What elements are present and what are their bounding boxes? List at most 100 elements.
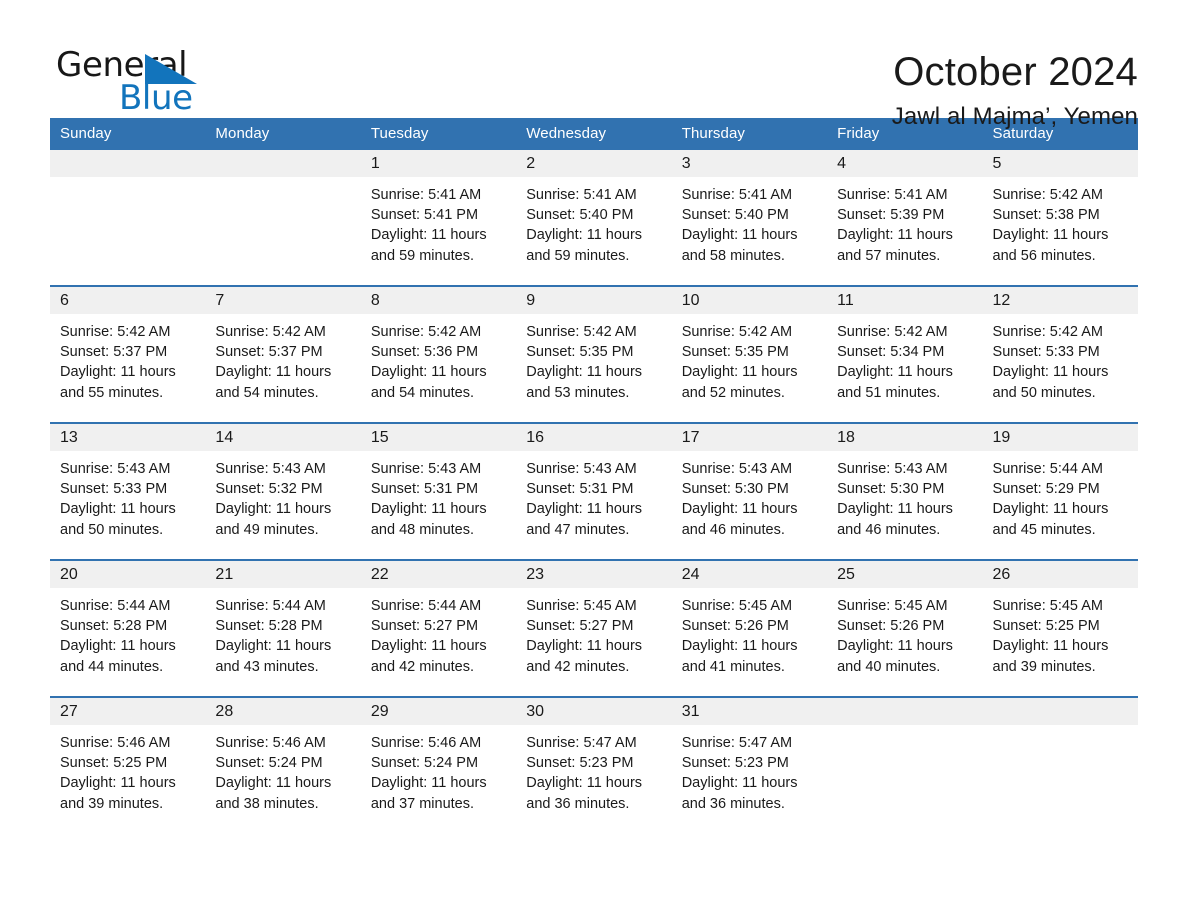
day-number: 22: [360, 561, 517, 588]
calendar-day-cell[interactable]: 4 Sunrise: 5:41 AM Sunset: 5:39 PM Daylight…: [827, 150, 983, 286]
day-number: [205, 150, 361, 177]
calendar-day-cell[interactable]: 2 Sunrise: 5:41 AM Sunset: 5:40 PM Daylight…: [516, 150, 672, 286]
day-details: Sunrise: 5:42 AM Sunset: 5:35 PM Daylight:…: [672, 314, 827, 403]
calendar-day-cell[interactable]: 24 Sunrise: 5:45 AM Sunset: 5:26 PM Dayligh…: [671, 559, 828, 697]
calendar-day: 15 Sunrise: 5:43 AM Sunset: 5:31 PM Dayligh…: [360, 424, 517, 559]
calendar-day-cell[interactable]: 7 Sunrise: 5:42 AM Sunset: 5:37 PM Daylight…: [205, 285, 361, 423]
calendar-day: 3 Sunrise: 5:41 AM Sunset: 5:40 PM Daylight…: [671, 150, 828, 285]
sunrise-text: Sunrise: 5:41 AM: [837, 187, 948, 203]
calendar-day-cell[interactable]: 11 Sunrise: 5:42 AM Sunset: 5:34 PM Dayligh…: [827, 285, 983, 423]
weekday-header-monday: Monday: [205, 118, 361, 150]
calendar-day: 7 Sunrise: 5:42 AM Sunset: 5:37 PM Daylight…: [205, 287, 361, 422]
calendar-day-cell[interactable]: 30 Sunrise: 5:47 AM Sunset: 5:23 PM Dayligh…: [516, 696, 672, 833]
sunset-text: Sunset: 5:28 PM: [215, 618, 323, 635]
daylight-text: Daylight: 11 hours and 55 minutes.: [60, 364, 176, 401]
daylight-text: Daylight: 11 hours and 42 minutes.: [370, 638, 487, 675]
daylight-text: Daylight: 11 hours and 45 minutes.: [992, 501, 1109, 538]
calendar-day-empty: [205, 150, 361, 285]
calendar-table: Sunday Monday Tuesday Wednesday Thursday…: [50, 118, 1138, 833]
sunset-text: Sunset: 5:36 PM: [370, 344, 479, 361]
calendar-day: 29 Sunrise: 5:46 AM Sunset: 5:24 PM Dayligh…: [360, 698, 517, 833]
calendar-day: 30 Sunrise: 5:47 AM Sunset: 5:23 PM Dayligh…: [516, 698, 672, 833]
day-number: 28: [205, 698, 361, 725]
sunset-text: Sunset: 5:41 PM: [370, 207, 479, 224]
calendar-day: 8 Sunrise: 5:42 AM Sunset: 5:36 PM Daylight…: [360, 287, 517, 422]
calendar-day: 20 Sunrise: 5:44 AM Sunset: 5:28 PM Dayligh…: [50, 561, 206, 696]
daylight-text: Daylight: 11 hours and 50 minutes.: [992, 364, 1109, 401]
weekday-header-tuesday: Tuesday: [360, 118, 517, 150]
daylight-text: Daylight: 11 hours and 40 minutes.: [837, 638, 953, 675]
sunset-text: Sunset: 5:26 PM: [681, 618, 789, 635]
calendar-day-cell[interactable]: 10 Sunrise: 5:42 AM Sunset: 5:35 PM Dayligh…: [671, 285, 828, 423]
day-details: Sunrise: 5:44 AM Sunset: 5:29 PM Daylight:…: [983, 451, 1138, 540]
day-number: 9: [516, 287, 672, 314]
calendar-day: 4 Sunrise: 5:41 AM Sunset: 5:39 PM Daylight…: [827, 150, 983, 285]
calendar-day-cell[interactable]: 13 Sunrise: 5:43 AM Sunset: 5:33 PM Dayligh…: [50, 422, 206, 560]
calendar-day: 12 Sunrise: 5:42 AM Sunset: 5:33 PM Dayligh…: [982, 287, 1138, 422]
sunrise-text: Sunrise: 5:44 AM: [370, 598, 482, 614]
calendar-day-cell[interactable]: 20 Sunrise: 5:44 AM Sunset: 5:28 PM Dayligh…: [50, 559, 206, 697]
calendar-day-cell[interactable]: 19 Sunrise: 5:44 AM Sunset: 5:29 PM Dayligh…: [982, 422, 1138, 560]
calendar-day-cell[interactable]: 29 Sunrise: 5:46 AM Sunset: 5:24 PM Dayligh…: [360, 696, 517, 833]
day-details: Sunrise: 5:43 AM Sunset: 5:31 PM Daylight:…: [516, 451, 671, 540]
day-number: 13: [50, 424, 206, 451]
sunrise-text: Sunrise: 5:46 AM: [60, 735, 171, 751]
calendar-day-cell[interactable]: 6 Sunrise: 5:42 AM Sunset: 5:37 PM Daylight…: [50, 285, 206, 423]
calendar-day-cell: [205, 150, 361, 286]
calendar-day: 19 Sunrise: 5:44 AM Sunset: 5:29 PM Dayligh…: [982, 424, 1138, 559]
sunrise-text: Sunrise: 5:41 AM: [681, 187, 793, 203]
calendar-day-cell[interactable]: 8 Sunrise: 5:42 AM Sunset: 5:36 PM Daylight…: [360, 285, 517, 423]
calendar-day: 2 Sunrise: 5:41 AM Sunset: 5:40 PM Daylight…: [516, 150, 672, 285]
sunrise-text: Sunrise: 5:42 AM: [992, 187, 1103, 203]
calendar-day-cell[interactable]: 3 Sunrise: 5:41 AM Sunset: 5:40 PM Daylight…: [671, 150, 828, 286]
sunrise-text: Sunrise: 5:43 AM: [370, 461, 482, 477]
daylight-text: Daylight: 11 hours and 57 minutes.: [837, 227, 953, 264]
calendar-day: 24 Sunrise: 5:45 AM Sunset: 5:26 PM Dayligh…: [671, 561, 828, 696]
calendar-day-cell[interactable]: 28 Sunrise: 5:46 AM Sunset: 5:24 PM Dayligh…: [205, 696, 361, 833]
calendar-day-cell[interactable]: 16 Sunrise: 5:43 AM Sunset: 5:31 PM Dayligh…: [516, 422, 672, 560]
calendar-day-cell[interactable]: 15 Sunrise: 5:43 AM Sunset: 5:31 PM Dayligh…: [360, 422, 517, 560]
calendar-day-cell[interactable]: 22 Sunrise: 5:44 AM Sunset: 5:27 PM Dayligh…: [360, 559, 517, 697]
calendar-week-row: 13 Sunrise: 5:43 AM Sunset: 5:33 PM Dayligh…: [50, 422, 1138, 560]
sunrise-text: Sunrise: 5:42 AM: [992, 324, 1103, 340]
calendar-day-cell[interactable]: 26 Sunrise: 5:45 AM Sunset: 5:25 PM Dayligh…: [982, 559, 1138, 697]
calendar-day-cell[interactable]: 18 Sunrise: 5:43 AM Sunset: 5:30 PM Dayligh…: [827, 422, 983, 560]
day-number: 14: [205, 424, 361, 451]
day-number: 11: [827, 287, 983, 314]
calendar-day: 23 Sunrise: 5:45 AM Sunset: 5:27 PM Dayligh…: [516, 561, 672, 696]
day-number: 12: [982, 287, 1138, 314]
day-details: Sunrise: 5:42 AM Sunset: 5:37 PM Daylight:…: [205, 314, 360, 403]
calendar-day-cell[interactable]: 21 Sunrise: 5:44 AM Sunset: 5:28 PM Dayligh…: [205, 559, 361, 697]
day-number: 17: [671, 424, 828, 451]
daylight-text: Daylight: 11 hours and 46 minutes.: [837, 501, 953, 538]
day-number: [50, 150, 206, 177]
day-number: 7: [205, 287, 361, 314]
day-number: 4: [827, 150, 983, 177]
sunrise-text: Sunrise: 5:44 AM: [992, 461, 1103, 477]
calendar-day-cell[interactable]: 5 Sunrise: 5:42 AM Sunset: 5:38 PM Daylight…: [982, 150, 1138, 286]
day-details: Sunrise: 5:43 AM Sunset: 5:31 PM Daylight:…: [361, 451, 516, 540]
day-number: [827, 698, 983, 725]
sunrise-text: Sunrise: 5:43 AM: [681, 461, 793, 477]
sunset-text: Sunset: 5:33 PM: [992, 344, 1100, 361]
calendar-day-cell[interactable]: 17 Sunrise: 5:43 AM Sunset: 5:30 PM Dayligh…: [671, 422, 828, 560]
calendar-day-cell[interactable]: 12 Sunrise: 5:42 AM Sunset: 5:33 PM Dayligh…: [982, 285, 1138, 423]
day-number: 24: [671, 561, 828, 588]
calendar-day-cell[interactable]: 9 Sunrise: 5:42 AM Sunset: 5:35 PM Daylight…: [516, 285, 672, 423]
sunset-text: Sunset: 5:37 PM: [60, 344, 168, 361]
day-details: Sunrise: 5:46 AM Sunset: 5:25 PM Daylight:…: [50, 725, 205, 814]
calendar-day-cell[interactable]: 1 Sunrise: 5:41 AM Sunset: 5:41 PM Daylight…: [360, 150, 517, 286]
calendar-day-cell[interactable]: 25 Sunrise: 5:45 AM Sunset: 5:26 PM Dayligh…: [827, 559, 983, 697]
calendar-day-cell[interactable]: 31 Sunrise: 5:47 AM Sunset: 5:23 PM Dayligh…: [671, 696, 828, 833]
calendar-day-cell[interactable]: 23 Sunrise: 5:45 AM Sunset: 5:27 PM Dayligh…: [516, 559, 672, 697]
calendar-day: 5 Sunrise: 5:42 AM Sunset: 5:38 PM Daylight…: [982, 150, 1138, 285]
calendar-day-cell[interactable]: 14 Sunrise: 5:43 AM Sunset: 5:32 PM Dayligh…: [205, 422, 361, 560]
daylight-text: Daylight: 11 hours and 48 minutes.: [370, 501, 487, 538]
day-details: Sunrise: 5:41 AM Sunset: 5:39 PM Daylight:…: [827, 177, 982, 266]
day-details: Sunrise: 5:42 AM Sunset: 5:37 PM Daylight:…: [50, 314, 205, 403]
day-details: Sunrise: 5:47 AM Sunset: 5:23 PM Daylight:…: [672, 725, 827, 814]
day-details: Sunrise: 5:45 AM Sunset: 5:27 PM Daylight:…: [516, 588, 671, 677]
day-details: Sunrise: 5:42 AM Sunset: 5:34 PM Daylight:…: [827, 314, 982, 403]
calendar-day-cell[interactable]: 27 Sunrise: 5:46 AM Sunset: 5:25 PM Dayligh…: [50, 696, 206, 833]
day-number: 16: [516, 424, 672, 451]
